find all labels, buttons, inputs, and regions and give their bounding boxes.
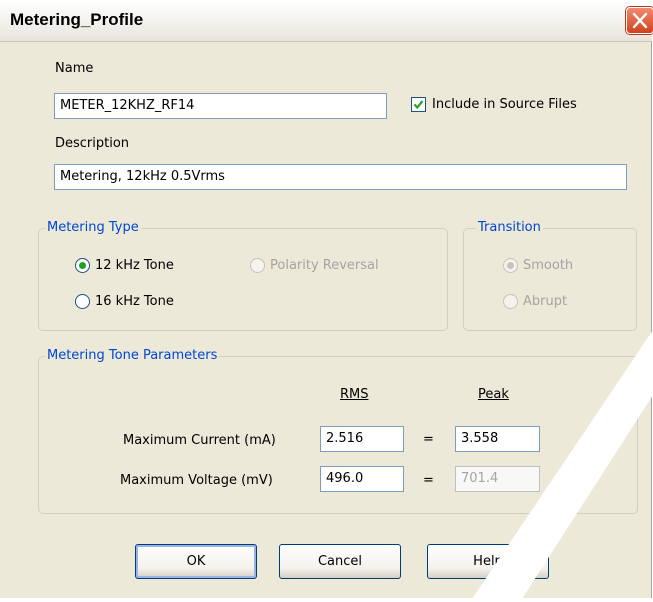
help-button[interactable]: Help: [427, 544, 549, 579]
radio-abrupt-label: Abrupt: [523, 294, 568, 309]
radio-polarity-reversal[interactable]: [250, 258, 265, 273]
ok-button[interactable]: OK: [135, 544, 257, 579]
rms-column-header: RMS: [340, 387, 369, 402]
voltage-equals-sign: =: [423, 473, 434, 488]
max-voltage-label: Maximum Voltage (mV): [120, 473, 273, 488]
current-rms-input[interactable]: 2.516: [320, 426, 404, 452]
include-source-checkbox[interactable]: [411, 97, 426, 112]
window-title: Metering_Profile: [10, 10, 144, 29]
voltage-rms-input[interactable]: 496.0: [320, 466, 404, 492]
description-label: Description: [55, 136, 130, 151]
current-peak-input[interactable]: 3.558: [455, 426, 540, 452]
metering-profile-dialog: Metering_Profile Name METER_12KHZ_RF14 I…: [0, 0, 653, 598]
transition-group: Transition: [463, 220, 637, 331]
close-button[interactable]: [626, 7, 653, 34]
cancel-button[interactable]: Cancel: [279, 544, 401, 579]
description-input[interactable]: Metering, 12kHz 0.5Vrms: [54, 164, 627, 190]
radio-16khz-tone[interactable]: [75, 294, 90, 309]
radio-polarity-reversal-label: Polarity Reversal: [270, 258, 379, 273]
max-current-label: Maximum Current (mA): [123, 433, 276, 448]
tone-parameters-legend: Metering Tone Parameters: [45, 348, 220, 363]
radio-12khz-tone[interactable]: [75, 258, 90, 273]
radio-smooth-label: Smooth: [523, 258, 574, 273]
title-bar[interactable]: Metering_Profile: [0, 0, 653, 42]
voltage-peak-input[interactable]: 701.4: [455, 466, 540, 492]
include-source-label: Include in Source Files: [432, 97, 577, 112]
check-mark-icon: [413, 100, 424, 110]
metering-type-legend: Metering Type: [45, 220, 141, 235]
radio-16khz-tone-label: 16 kHz Tone: [95, 294, 174, 309]
radio-12khz-tone-label: 12 kHz Tone: [95, 258, 174, 273]
name-label: Name: [55, 61, 94, 76]
description-value: Metering, 12kHz 0.5Vrms: [60, 169, 225, 184]
close-icon: [632, 12, 648, 29]
name-input[interactable]: METER_12KHZ_RF14: [54, 93, 387, 119]
transition-legend: Transition: [476, 220, 543, 235]
radio-smooth[interactable]: [503, 258, 518, 273]
radio-abrupt[interactable]: [503, 294, 518, 309]
metering-type-group: Metering Type: [38, 220, 448, 331]
peak-column-header: Peak: [478, 387, 509, 402]
current-equals-sign: =: [423, 432, 434, 447]
